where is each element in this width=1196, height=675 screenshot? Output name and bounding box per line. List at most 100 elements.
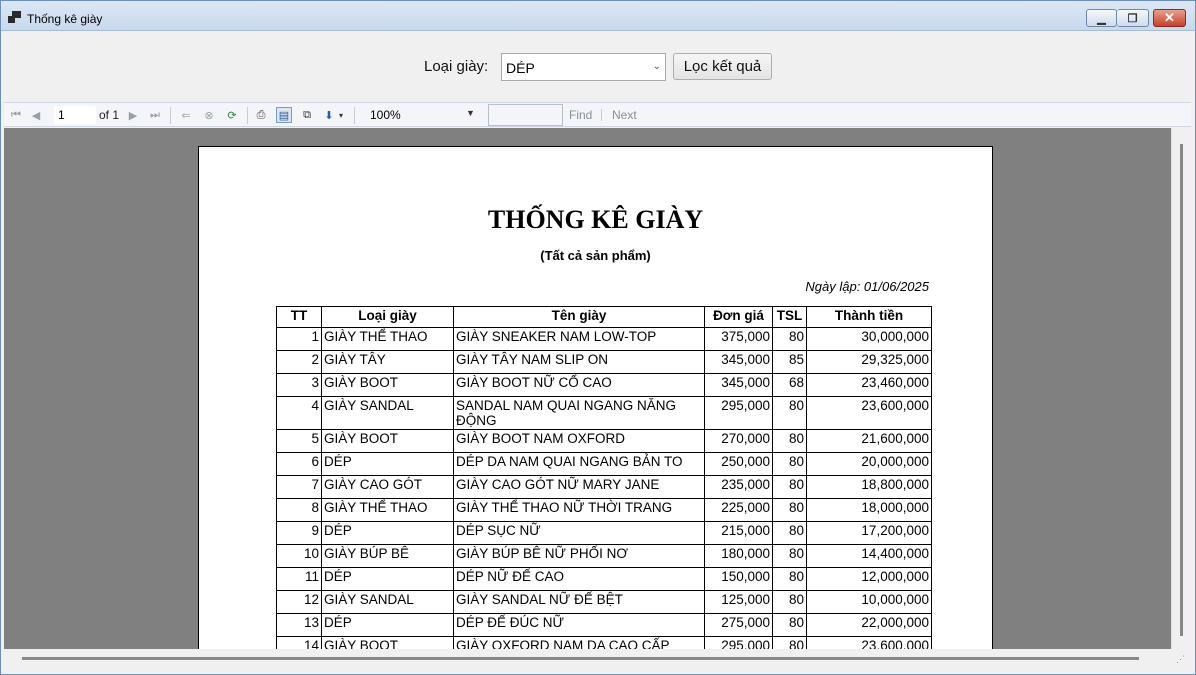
quantity-cell: 80 — [772, 429, 807, 453]
minimize-icon: ▁ — [1097, 12, 1106, 25]
shoe-type-cell: DÉP — [321, 613, 454, 637]
main-window: Thống kê giày ▁ ❐ ✕ Loại giày: DÉP ⌄ Lọc… — [0, 0, 1196, 675]
table-row: 10 GIÀY BÚP BÊ GIÀY BÚP BÊ NỮ PHỐI NƠ 180,0… — [276, 544, 932, 568]
unit-price-cell: 225,000 — [704, 498, 773, 522]
shoe-name-cell: GIÀY SNEAKER NAM LOW-TOP — [453, 327, 705, 351]
report-viewer[interactable]: THỐNG KÊ GIÀY (Tất cả sản phẩm) Ngày lập… — [4, 128, 1171, 649]
toolbar-divider — [170, 107, 171, 124]
quantity-cell: 80 — [772, 636, 807, 649]
unit-price-cell: 345,000 — [704, 350, 773, 374]
shoe-name-cell: GIÀY THỂ THAO NỮ THỜI TRANG — [453, 498, 705, 522]
quantity-cell: 80 — [772, 613, 807, 637]
shoe-name-cell: GIÀY BOOT NAM OXFORD — [453, 429, 705, 453]
table-row: 7 GIÀY CAO GÓT GIÀY CAO GÓT NỮ MARY JANE 23… — [276, 475, 932, 499]
find-link[interactable]: Find — [569, 108, 592, 122]
first-page-icon[interactable]: ⏮ — [8, 107, 24, 123]
row-number-cell: 5 — [276, 429, 322, 453]
shoe-name-cell: DÉP ĐẾ ĐÚC NỮ — [453, 613, 705, 637]
horizontal-scroll-thumb[interactable] — [22, 657, 1139, 660]
column-header: Loại giày — [321, 306, 454, 328]
total-cell: 23,600,000 — [806, 396, 932, 430]
total-cell: 23,460,000 — [806, 373, 932, 397]
vertical-scrollbar[interactable] — [1171, 128, 1191, 649]
quantity-cell: 80 — [772, 544, 807, 568]
window-title: Thống kê giày — [27, 12, 103, 26]
total-cell: 17,200,000 — [806, 521, 932, 545]
refresh-icon[interactable]: ⟳ — [224, 107, 240, 123]
unit-price-cell: 215,000 — [704, 521, 773, 545]
shoe-type-cell: GIÀY SANDAL — [321, 590, 454, 614]
shoe-type-cell: GIÀY SANDAL — [321, 396, 454, 430]
chevron-down-icon[interactable]: ⌄ — [653, 61, 661, 72]
table-row: 4 GIÀY SANDAL SANDAL NAM QUAI NGANG NĂNG Đ… — [276, 396, 932, 430]
back-icon[interactable]: ⇐ — [178, 107, 194, 123]
shoe-name-cell: GIÀY CAO GÓT NỮ MARY JANE — [453, 475, 705, 499]
close-icon: ✕ — [1164, 10, 1175, 25]
row-number-cell: 6 — [276, 452, 322, 476]
stop-icon[interactable]: ⊗ — [201, 107, 217, 123]
table-row: 14 GIÀY BOOT GIÀY OXFORD NAM DA CAO CẤP 295… — [276, 636, 932, 649]
zoom-select[interactable]: 100% — [366, 106, 480, 125]
page-total-text: of 1 — [99, 108, 119, 122]
table-row: 13 DÉP DÉP ĐẾ ĐÚC NỮ 275,000 80 22,000,000 — [276, 613, 932, 637]
shoe-type-cell: GIÀY BOOT — [321, 429, 454, 453]
shoe-name-cell: DÉP NỮ ĐẾ CAO — [453, 567, 705, 591]
export-icon[interactable]: ⬇ — [321, 107, 337, 123]
restore-icon: ❐ — [1127, 12, 1138, 25]
unit-price-cell: 150,000 — [704, 567, 773, 591]
table-row: 3 GIÀY BOOT GIÀY BOOT NỮ CỔ CAO 345,000 68 23… — [276, 373, 932, 397]
page-total-value: 1 — [112, 108, 120, 122]
vertical-scroll-thumb[interactable] — [1180, 144, 1183, 636]
shoe-type-cell: GIÀY BOOT — [321, 636, 454, 649]
unit-price-cell: 180,000 — [704, 544, 773, 568]
total-cell: 18,000,000 — [806, 498, 932, 522]
quantity-cell: 80 — [772, 452, 807, 476]
quantity-cell: 80 — [772, 396, 807, 430]
unit-price-cell: 375,000 — [704, 327, 773, 351]
filter-results-button[interactable]: Lọc kết quả — [673, 53, 772, 80]
page-setup-icon[interactable]: ⧉ — [299, 107, 315, 123]
zoom-dropdown-icon[interactable]: ▼ — [466, 108, 475, 118]
print-icon[interactable]: ⎙ — [253, 107, 269, 123]
horizontal-scrollbar[interactable] — [4, 649, 1191, 669]
find-input[interactable] — [488, 104, 563, 126]
shoe-type-selected-value: DÉP — [506, 60, 535, 76]
row-number-cell: 1 — [276, 327, 322, 351]
shoe-type-cell: GIÀY THỂ THAO — [321, 327, 454, 351]
next-page-icon[interactable]: ▶ — [125, 107, 141, 123]
previous-page-icon[interactable]: ◀ — [28, 107, 44, 123]
shoe-type-cell: GIÀY THỂ THAO — [321, 498, 454, 522]
quantity-cell: 80 — [772, 567, 807, 591]
print-layout-icon[interactable]: ▤ — [276, 107, 292, 123]
find-next-link[interactable]: Next — [612, 108, 637, 122]
unit-price-cell: 125,000 — [704, 590, 773, 614]
shoe-name-cell: GIÀY OXFORD NAM DA CAO CẤP — [453, 636, 705, 649]
column-header: Đơn giá — [704, 306, 773, 328]
report-subtitle: (Tất cả sản phẩm) — [540, 248, 651, 263]
title-bar[interactable]: Thống kê giày ▁ ❐ ✕ — [1, 1, 1195, 31]
report-table: TT Loại giày Tên giày Đơn giá TSL Thành … — [276, 306, 932, 649]
last-page-icon[interactable]: ⏭ — [147, 107, 163, 123]
report-toolbar: ⏮ ◀ 1 of 1 ▶ ⏭ ⇐ ⊗ ⟳ ⎙ ▤ ⧉ ⬇ ▾ 100% ▼ Fi… — [4, 102, 1191, 127]
export-dropdown-icon[interactable]: ▾ — [337, 107, 345, 123]
table-row: 9 DÉP DÉP SỤC NỮ 215,000 80 17,200,000 — [276, 521, 932, 545]
page-number-input[interactable]: 1 — [54, 106, 96, 124]
shoe-name-cell: GIÀY BOOT NỮ CỔ CAO — [453, 373, 705, 397]
shoe-type-cell: DÉP — [321, 452, 454, 476]
shoe-name-cell: DÉP DA NAM QUAI NGANG BẢN TO — [453, 452, 705, 476]
quantity-cell: 85 — [772, 350, 807, 374]
row-number-cell: 9 — [276, 521, 322, 545]
toolbar-divider — [354, 107, 355, 124]
maximize-button[interactable]: ❐ — [1117, 9, 1149, 27]
total-cell: 18,800,000 — [806, 475, 932, 499]
close-button[interactable]: ✕ — [1153, 9, 1186, 27]
resize-grip-icon[interactable]: ⋰ — [1176, 654, 1185, 665]
row-number-cell: 10 — [276, 544, 322, 568]
minimize-button[interactable]: ▁ — [1086, 9, 1117, 27]
quantity-cell: 80 — [772, 498, 807, 522]
shoe-type-select[interactable]: DÉP ⌄ — [501, 53, 666, 81]
row-number-cell: 7 — [276, 475, 322, 499]
total-cell: 20,000,000 — [806, 452, 932, 476]
quantity-cell: 80 — [772, 327, 807, 351]
total-cell: 10,000,000 — [806, 590, 932, 614]
